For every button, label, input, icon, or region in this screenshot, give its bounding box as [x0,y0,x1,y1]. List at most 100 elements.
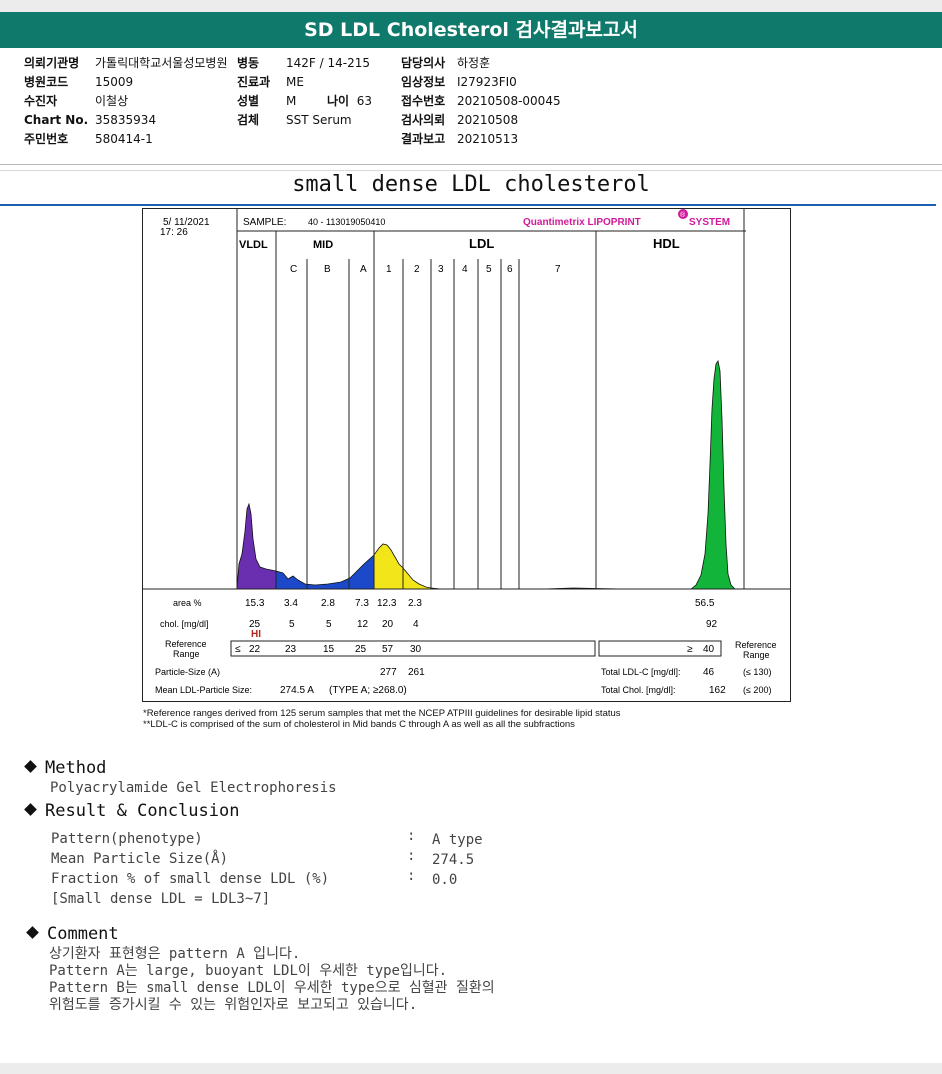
reported-label: 결과보고 [401,132,446,146]
particle-size-label: Particle-Size (A) [155,667,220,677]
dept-label: 진료과 [237,75,271,89]
panel-time: 17: 26 [160,227,188,238]
brand-mark-glyph: ® [680,211,686,219]
info-col-5: 담당의사 임상정보 접수번호 검사의뢰 결과보고 [401,54,445,149]
chart-value: 35835934 [95,113,157,127]
total-ldl-value: 46 [703,667,715,678]
band-label-3: 3 [438,264,444,275]
band-label-1: 1 [386,264,392,275]
age-group: 나이 63 [327,92,372,111]
info-col-6: 하정훈 I27923FI0 20210508-00045 20210508 20… [457,54,561,149]
diamond-bullet-icon [24,803,37,816]
diamond-bullet-icon [24,760,37,773]
info-col-1: 의뢰기관명 병원코드 수진자 Chart No. 주민번호 [24,54,88,149]
area-label: area % [173,598,202,608]
hi-flag: HI [251,629,261,640]
requested-label: 검사의뢰 [401,113,446,127]
band-label-7: 7 [555,264,561,275]
area-ldl2: 2.3 [408,598,422,609]
chol-b: 5 [326,619,332,630]
ref-ldl2: 30 [410,644,422,655]
lipoprint-chart: 5/ 11/2021 17: 26 SAMPLE: 40 - 113019050… [143,209,790,696]
zone-vldl: VLDL [239,239,268,251]
comment-line: Pattern A는 large, buoyant LDL이 우세한 type입… [49,963,448,979]
top-strip [0,0,942,12]
sample-value: 40 - 113019050410 [308,217,385,227]
bottom-strip [0,1063,942,1074]
sample-label: SAMPLE: [243,217,286,228]
result-label: Mean Particle Size(Å) [51,851,229,867]
dept-value: ME [286,75,304,89]
result-value: 274.5 [432,852,475,868]
clinical-value: I27923FI0 [457,75,517,89]
info-col-3: 병동 진료과 성별 검체 [237,54,270,130]
brand-suffix: SYSTEM [689,217,730,228]
doctor-label: 담당의사 [401,56,446,70]
band-label-2: 2 [414,264,420,275]
result-sep: : [407,828,416,844]
total-chol-ref: (≤ 200) [743,685,771,695]
method-section: Method Polyacrylamide Gel Electrophoresi… [24,758,337,796]
result-values: A type 274.5 0.0 [432,830,483,890]
method-text: Polyacrylamide Gel Electrophoresis [50,780,337,796]
hospital-value: 가톨릭대학교서울성모병원 [95,56,228,70]
ward-value: 142F / 14-215 [286,56,370,70]
total-ldl-label: Total LDL-C [mg/dl]: [601,667,681,677]
zone-ldl: LDL [469,236,494,251]
particle-size-2: 261 [408,667,425,678]
comment-section: Comment [26,924,119,944]
mean-size-value: 274.5 A [280,685,314,696]
area-b: 2.8 [321,598,335,609]
divider [0,164,942,165]
age-label: 나이 [327,94,350,108]
ref-le-sign: ≤ [235,644,241,655]
specimen-value: SST Serum [286,113,352,127]
footnote-1: *Reference ranges derived from 125 serum… [143,708,621,719]
accession-label: 접수번호 [401,94,446,108]
mean-size-label: Mean LDL-Particle Size: [155,685,252,695]
total-ldl-ref: (≤ 130) [743,667,771,677]
band-label-5: 5 [486,264,492,275]
hospcode-label: 병원코드 [24,75,69,89]
id-label: 주민번호 [24,132,69,146]
band-label-4: 4 [462,264,468,275]
total-chol-label: Total Chol. [mg/dl]: [601,685,676,695]
diamond-bullet-icon [26,926,39,939]
result-label: Fraction % of small dense LDL (%) [51,871,330,887]
chol-ldl2: 4 [413,619,419,630]
age-value: 63 [356,94,373,108]
area-c: 3.4 [284,598,298,609]
particle-size-1: 277 [380,667,397,678]
area-hdl: 56.5 [695,598,715,609]
chart-subtitle: small dense LDL cholesterol [292,172,650,197]
hospital-label: 의뢰기관명 [24,56,80,70]
accession-value: 20210508-00045 [457,94,561,108]
patient-value: 이철상 [95,94,129,108]
area-ldl1: 12.3 [377,598,397,609]
chol-a: 12 [357,619,369,630]
report-title: SD LDL Cholesterol 검사결과보고서 [0,12,942,48]
requested-value: 20210508 [457,113,519,127]
result-sep: : [407,848,416,864]
comment-text: 상기환자 표현형은 pattern A 입니다. Pattern A는 larg… [49,946,495,1014]
ref-ldl1: 57 [382,644,394,655]
ref-b: 15 [323,644,335,655]
patient-label: 수진자 [24,94,58,108]
hospcode-value: 15009 [95,75,134,89]
title-underline [0,204,936,206]
chol-hdl: 92 [706,619,718,630]
result-value: A type [432,832,483,848]
id-value: 580414-1 [95,132,153,146]
ref-a: 25 [355,644,367,655]
footnote-2: **LDL-C is comprised of the sum of chole… [143,719,575,730]
result-note: [Small dense LDL = LDL3~7] [51,891,271,907]
brand-name: Quantimetrix LIPOPRINT [523,217,641,228]
ref-right-line1: Reference [735,640,777,650]
result-separators: : : : [407,826,415,886]
ref-right-line2: Range [743,650,770,660]
ref-c: 23 [285,644,297,655]
total-chol-value: 162 [709,685,726,696]
chol-ldl1: 20 [382,619,394,630]
mean-size-type: (TYPE A; ≥268.0) [329,685,407,696]
result-section: Result & Conclusion [24,801,239,821]
